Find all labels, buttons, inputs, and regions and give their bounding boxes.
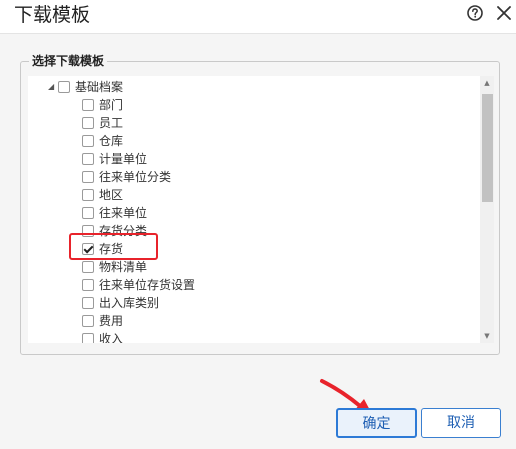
- tree-item-warehouse[interactable]: 仓库: [82, 132, 123, 150]
- tree-item-label: 收入: [99, 332, 124, 343]
- tree-item-label: 计量单位: [99, 152, 148, 166]
- dialog-title: 下载模板: [14, 4, 91, 26]
- tree-item-io-category[interactable]: 出入库类别: [82, 294, 159, 312]
- help-circle-icon[interactable]: [467, 5, 483, 21]
- tree-item-label: 仓库: [99, 134, 124, 148]
- checkbox[interactable]: [82, 134, 94, 147]
- checkbox[interactable]: [82, 314, 94, 327]
- tree-item-partner[interactable]: 往来单位: [82, 204, 147, 222]
- checkbox[interactable]: [82, 98, 94, 111]
- tree-item-label: 部门: [99, 98, 124, 112]
- cancel-button[interactable]: 取消: [421, 408, 501, 438]
- group-legend: 选择下载模板: [29, 52, 108, 70]
- tree-root-label: 基础档案: [75, 80, 124, 94]
- tree-scrollbar[interactable]: ▲ ▼: [480, 76, 494, 343]
- highlight-annotation: [69, 233, 158, 260]
- tree-item-department[interactable]: 部门: [82, 96, 123, 114]
- tree-item-label: 往来单位分类: [99, 170, 172, 184]
- scroll-up-icon[interactable]: ▲: [480, 76, 494, 90]
- checkbox[interactable]: [82, 296, 94, 309]
- checkbox[interactable]: [82, 170, 94, 183]
- tree-item-income[interactable]: 收入: [82, 330, 123, 343]
- tree-item-label: 费用: [99, 314, 124, 328]
- tree-root-row[interactable]: ◢ 基础档案: [48, 78, 123, 96]
- tree-item-label: 地区: [99, 188, 124, 202]
- checkbox[interactable]: [58, 80, 70, 93]
- checkbox[interactable]: [82, 188, 94, 201]
- checkbox[interactable]: [82, 152, 94, 165]
- template-tree: ◢ 基础档案 部门 员工 仓库 计量单位 往来单位分类 地区 往来单位 存货分类 …: [28, 76, 494, 343]
- ok-button[interactable]: 确定: [336, 408, 417, 438]
- dialog-titlebar: 下载模板: [0, 0, 516, 32]
- tree-item-region[interactable]: 地区: [82, 186, 123, 204]
- expand-caret-icon[interactable]: ◢: [48, 78, 58, 96]
- checkbox[interactable]: [82, 278, 94, 291]
- tree-item-partner-inventory-settings[interactable]: 往来单位存货设置: [82, 276, 195, 294]
- tree-item-employee[interactable]: 员工: [82, 114, 123, 132]
- tree-item-label: 往来单位存货设置: [99, 278, 196, 292]
- tree-item-label: 往来单位: [99, 206, 148, 220]
- tree-item-unit[interactable]: 计量单位: [82, 150, 147, 168]
- tree-item-label: 出入库类别: [99, 296, 160, 310]
- tree-item-bom[interactable]: 物料清单: [82, 258, 147, 276]
- checkbox[interactable]: [82, 260, 94, 273]
- close-icon[interactable]: [495, 4, 513, 22]
- tree-item-label: 员工: [99, 116, 124, 130]
- checkbox[interactable]: [82, 206, 94, 219]
- tree-item-expense[interactable]: 费用: [82, 312, 123, 330]
- scroll-thumb[interactable]: [482, 94, 493, 202]
- scroll-down-icon[interactable]: ▼: [480, 329, 494, 343]
- tree-item-label: 物料清单: [99, 260, 148, 274]
- checkbox[interactable]: [82, 116, 94, 129]
- tree-item-partner-category[interactable]: 往来单位分类: [82, 168, 171, 186]
- checkbox[interactable]: [82, 332, 94, 343]
